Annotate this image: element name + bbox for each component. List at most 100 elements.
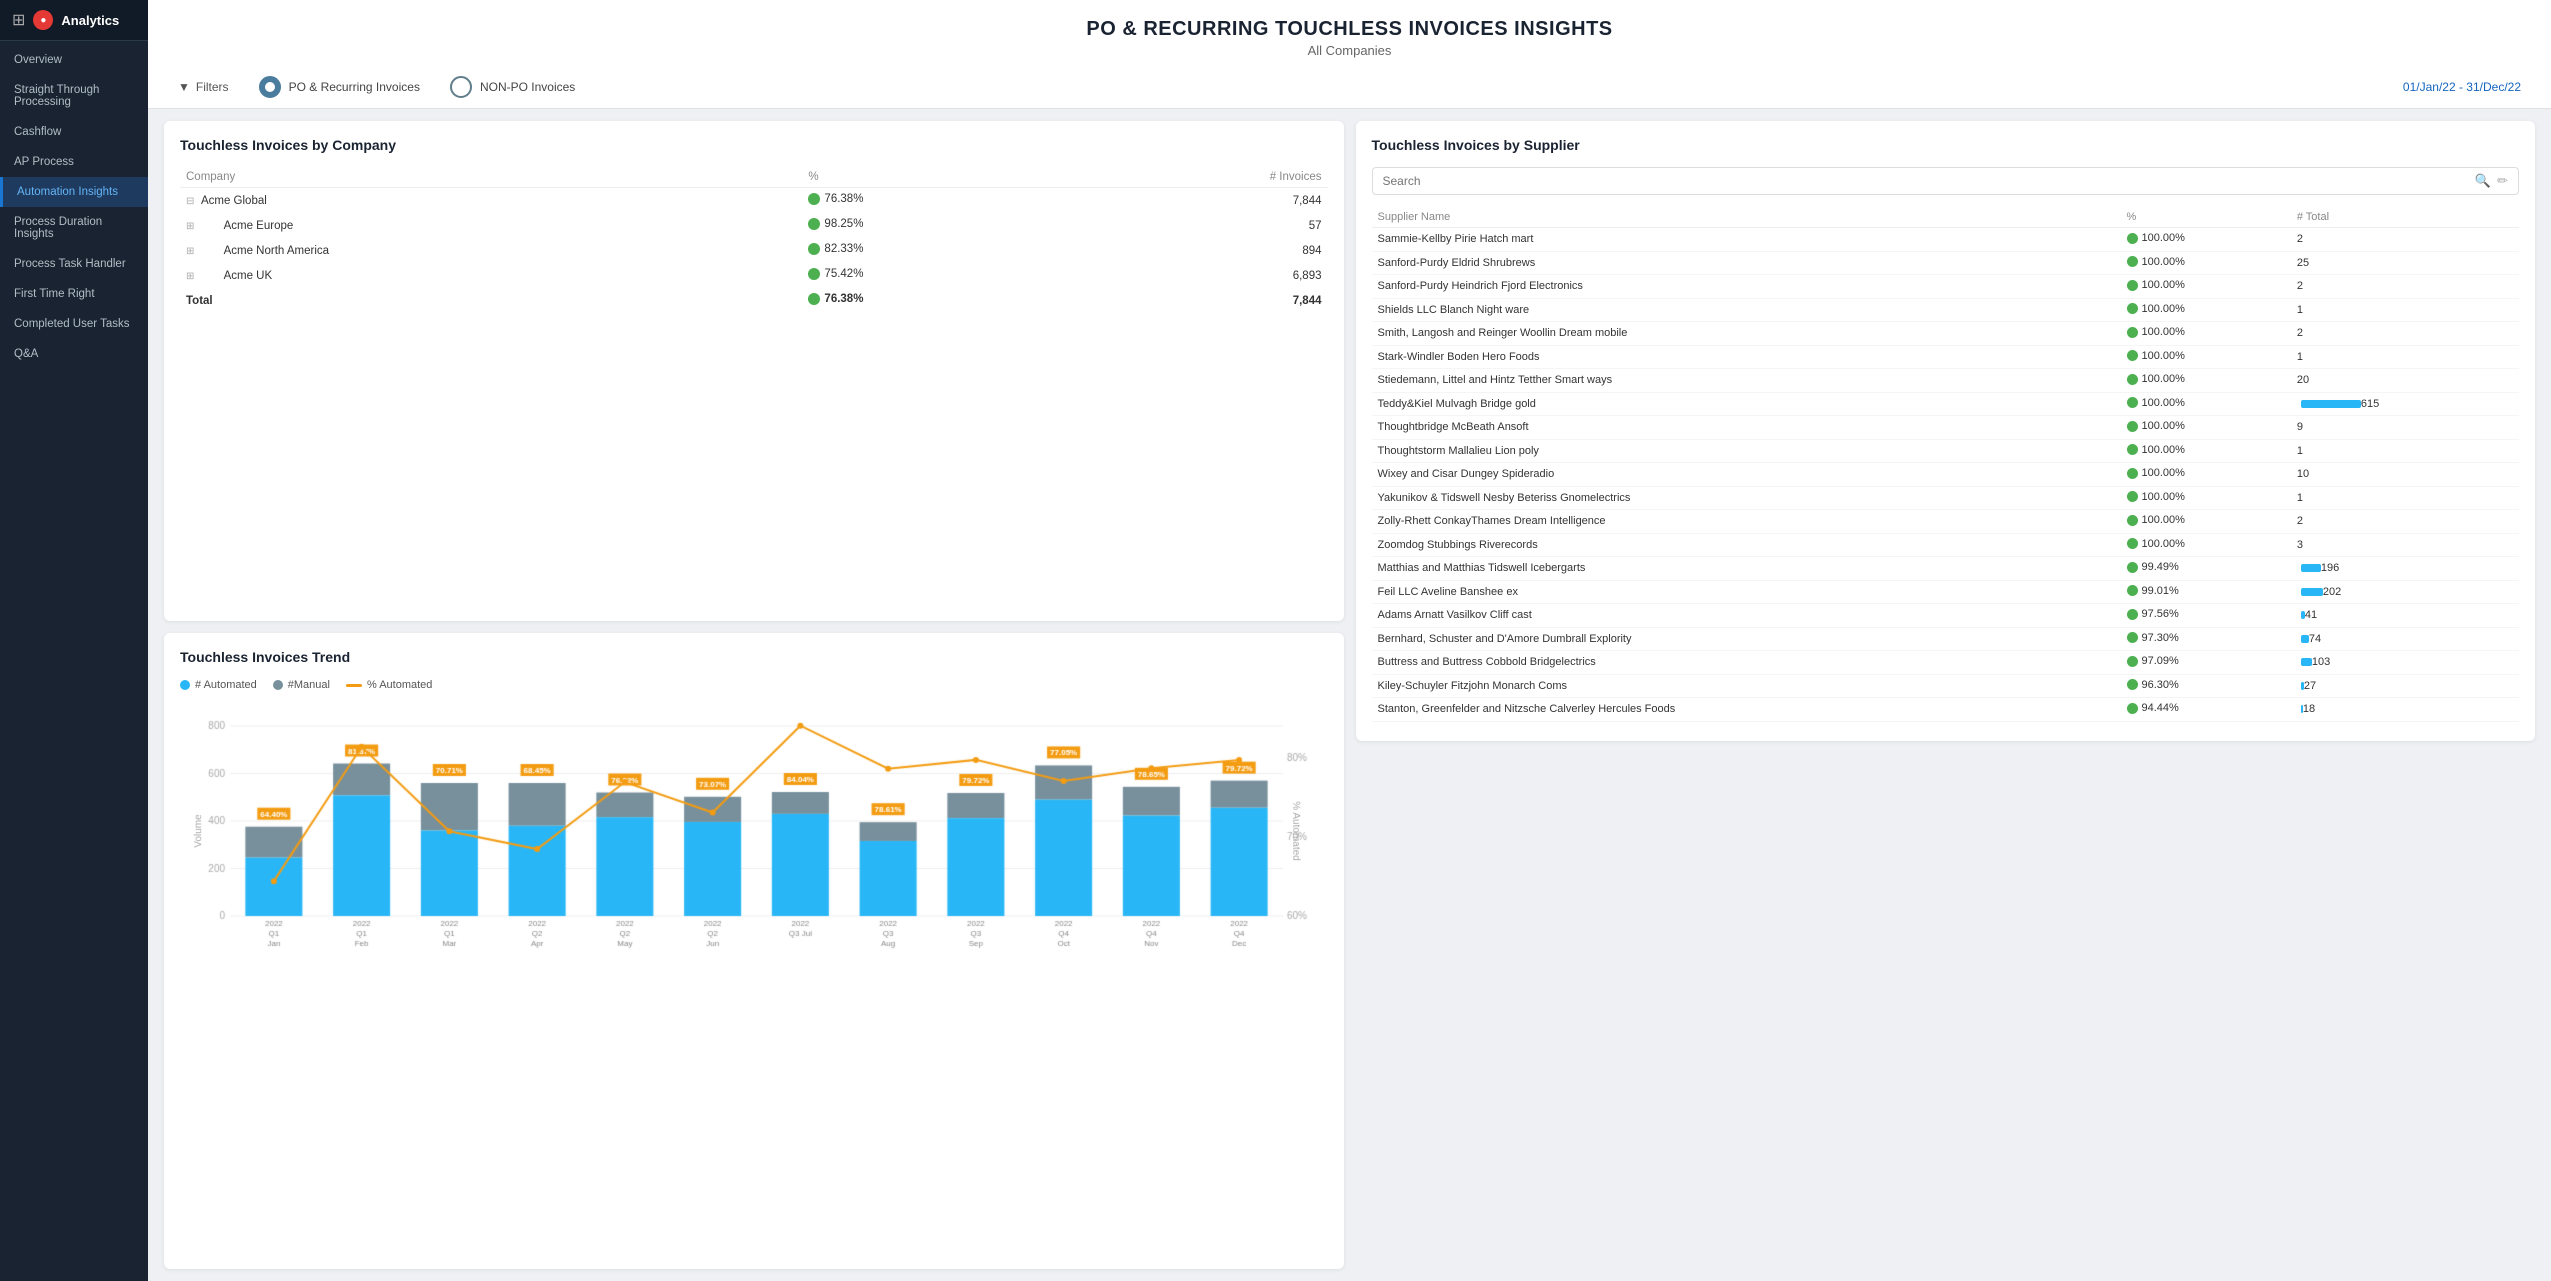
legend-auto-label: # Automated [195, 679, 257, 691]
status-dot [2127, 350, 2138, 361]
search-icon: 🔍 [2475, 173, 2491, 189]
list-item: Matthias and Matthias Tidswell Icebergar… [1372, 557, 2520, 581]
radio-filled-icon [259, 76, 281, 98]
legend-pct-label: % Automated [367, 679, 432, 691]
sidebar: ⊞ ● Analytics OverviewStraight Through P… [0, 0, 148, 1281]
supplier-pct-cell: 90.00% [2121, 721, 2291, 725]
search-box[interactable]: 🔍 ✏ [1372, 167, 2520, 195]
company-pct-cell: 82.33% [802, 238, 1071, 263]
option-non-po[interactable]: NON-PO Invoices [450, 76, 575, 98]
list-item: Hartmann-Stoltenberg Harbor Padlockurity… [1372, 721, 2520, 725]
bar-inline [2301, 564, 2321, 572]
status-dot [2127, 609, 2138, 620]
col-supplier-pct: % [2121, 207, 2291, 228]
supplier-scroll[interactable]: Supplier Name % # Total Sammie-Kellby Pi… [1372, 207, 2520, 725]
supplier-pct-cell: 100.00% [2121, 510, 2291, 534]
legend-manual: #Manual [273, 679, 330, 691]
list-item: Zoomdog Stubbings Riverecords 100.00% 3 [1372, 533, 2520, 557]
chart-legend: # Automated #Manual % Automated [180, 679, 1328, 691]
list-item: Smith, Langosh and Reinger Woollin Dream… [1372, 322, 2520, 346]
sidebar-nav: OverviewStraight Through ProcessingCashf… [0, 41, 148, 1281]
supplier-pct-cell: 94.44% [2121, 698, 2291, 722]
list-item: Kiley-Schuyler Fitzjohn Monarch Coms 96.… [1372, 674, 2520, 698]
sidebar-item-completed-tasks[interactable]: Completed User Tasks [0, 309, 148, 339]
list-item: Stiedemann, Littel and Hintz Tetther Sma… [1372, 369, 2520, 393]
filter-bar: ▼ Filters PO & Recurring Invoices NON-PO… [148, 66, 2551, 109]
company-pct-cell: 76.38% [802, 288, 1071, 313]
expand-icon[interactable]: ⊟ [186, 196, 194, 207]
company-invoices-cell: 894 [1071, 238, 1327, 263]
sidebar-item-ap-process[interactable]: AP Process [0, 147, 148, 177]
list-item: Sanford-Purdy Eldrid Shrubrews 100.00% 2… [1372, 251, 2520, 275]
trend-card: Touchless Invoices Trend # Automated #Ma… [164, 633, 1344, 1269]
sidebar-item-process-duration[interactable]: Process Duration Insights [0, 207, 148, 249]
supplier-pct-cell: 100.00% [2121, 228, 2291, 252]
apps-icon: ⊞ [12, 10, 25, 30]
supplier-pct-cell: 100.00% [2121, 369, 2291, 393]
status-dot [2127, 703, 2138, 714]
supplier-total-cell: 615 [2291, 392, 2519, 416]
filter-button[interactable]: ▼ Filters [178, 80, 229, 94]
status-dot [2127, 421, 2138, 432]
expand-icon[interactable]: ⊞ [186, 271, 194, 282]
company-table: Company % # Invoices ⊟ Acme Global 76.38… [180, 167, 1328, 313]
supplier-total-cell: 25 [2291, 251, 2519, 275]
page-title-section: PO & RECURRING TOUCHLESS INVOICES INSIGH… [148, 0, 2551, 66]
list-item: Yakunikov & Tidswell Nesby Beteriss Gnom… [1372, 486, 2520, 510]
supplier-total-cell: 202 [2291, 580, 2519, 604]
bar-inline [2301, 658, 2312, 666]
bar-inline [2301, 400, 2361, 408]
company-invoices-cell: 7,844 [1071, 288, 1327, 313]
sidebar-item-first-time-right[interactable]: First Time Right [0, 279, 148, 309]
option1-label: PO & Recurring Invoices [289, 80, 420, 94]
status-dot [2127, 468, 2138, 479]
sidebar-item-overview[interactable]: Overview [0, 45, 148, 75]
list-item: Teddy&Kiel Mulvagh Bridge gold 100.00% 6… [1372, 392, 2520, 416]
supplier-table: Supplier Name % # Total Sammie-Kellby Pi… [1372, 207, 2520, 725]
company-name-cell: ⊟ Acme Global [180, 188, 802, 214]
supplier-total-cell: 10 [2291, 721, 2519, 725]
bar-inline [2301, 635, 2309, 643]
status-dot [2127, 327, 2138, 338]
legend-manual-label: #Manual [288, 679, 330, 691]
company-name-cell: ⊞ Acme North America [180, 238, 802, 263]
supplier-pct-cell: 100.00% [2121, 322, 2291, 346]
supplier-total-cell: 20 [2291, 369, 2519, 393]
list-item: Adams Arnatt Vasilkov Cliff cast 97.56% … [1372, 604, 2520, 628]
y-axis-right-label: % Automated [1290, 801, 1301, 860]
supplier-total-cell: 74 [2291, 627, 2519, 651]
col-pct: % [802, 167, 1071, 188]
supplier-pct-cell: 100.00% [2121, 416, 2291, 440]
sidebar-item-stp[interactable]: Straight Through Processing [0, 75, 148, 117]
sidebar-item-qa[interactable]: Q&A [0, 339, 148, 369]
table-row: ⊞ Acme Europe 98.25% 57 [180, 213, 1328, 238]
legend-pct: % Automated [346, 679, 432, 691]
supplier-pct-cell: 97.56% [2121, 604, 2291, 628]
table-row: Total 76.38% 7,844 [180, 288, 1328, 313]
supplier-name-cell: Matthias and Matthias Tidswell Icebergar… [1372, 557, 2121, 581]
sidebar-item-process-task[interactable]: Process Task Handler [0, 249, 148, 279]
bar-inline [2301, 588, 2323, 596]
expand-icon[interactable]: ⊞ [186, 246, 194, 257]
logo-icon: ● [33, 10, 53, 30]
supplier-pct-cell: 100.00% [2121, 392, 2291, 416]
legend-pct-line [346, 684, 362, 687]
search-input[interactable] [1383, 174, 2469, 188]
supplier-total-cell: 196 [2291, 557, 2519, 581]
col-company: Company [180, 167, 802, 188]
status-dot [2127, 515, 2138, 526]
expand-icon[interactable]: ⊞ [186, 221, 194, 232]
company-pct-cell: 98.25% [802, 213, 1071, 238]
sidebar-item-automation-insights[interactable]: Automation Insights [0, 177, 148, 207]
table-row: ⊞ Acme UK 75.42% 6,893 [180, 263, 1328, 288]
col-supplier-total: # Total [2291, 207, 2519, 228]
table-row: ⊞ Acme North America 82.33% 894 [180, 238, 1328, 263]
supplier-pct-cell: 97.09% [2121, 651, 2291, 675]
supplier-pct-cell: 99.01% [2121, 580, 2291, 604]
option-po-recurring[interactable]: PO & Recurring Invoices [259, 76, 420, 98]
supplier-name-cell: Hartmann-Stoltenberg Harbor Padlockurity [1372, 721, 2121, 725]
edit-icon: ✏ [2497, 173, 2508, 189]
supplier-pct-cell: 100.00% [2121, 298, 2291, 322]
supplier-name-cell: Feil LLC Aveline Banshee ex [1372, 580, 2121, 604]
sidebar-item-cashflow[interactable]: Cashflow [0, 117, 148, 147]
